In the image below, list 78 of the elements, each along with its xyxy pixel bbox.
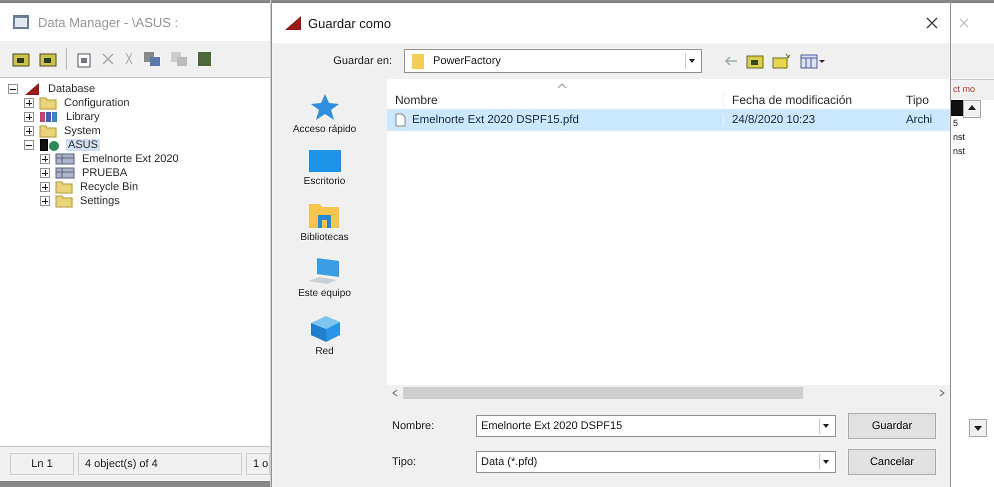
new-folder-icon[interactable] <box>772 53 792 69</box>
file-icon <box>395 113 406 127</box>
triangle-icon <box>284 15 302 31</box>
expand-toggle[interactable] <box>40 182 50 192</box>
tree-item[interactable]: Database <box>46 83 98 95</box>
package-icon[interactable] <box>197 51 211 67</box>
tree-item[interactable]: System <box>62 125 103 137</box>
table-cell-text: Archi <box>905 114 934 126</box>
location-dropdown[interactable]: PowerFactory <box>404 49 702 73</box>
library-icon <box>39 111 59 123</box>
list-item: nst <box>952 145 966 158</box>
new-document-icon[interactable] <box>76 50 92 68</box>
folder-icon <box>411 52 425 70</box>
expand-toggle[interactable] <box>40 154 50 164</box>
tree-item[interactable]: Configuration <box>62 97 132 109</box>
scroll-up-button[interactable] <box>963 100 981 118</box>
column-header[interactable]: Fecha de modificación <box>723 93 898 107</box>
folder-up-icon[interactable] <box>746 54 764 68</box>
cancel-button[interactable]: Cancelar <box>848 449 936 475</box>
star-icon <box>310 93 340 121</box>
place-item[interactable]: Este equipo <box>298 257 351 299</box>
computer-icon <box>307 257 342 285</box>
sort-caret-icon <box>557 83 567 89</box>
horizontal-scrollbar[interactable] <box>387 385 950 401</box>
header-text: ct mo <box>952 83 976 96</box>
column-header[interactable]: Nombre <box>387 93 723 107</box>
field-label: Tipo: <box>392 456 418 468</box>
folder-icon[interactable] <box>12 52 30 66</box>
expand-toggle[interactable] <box>40 196 50 206</box>
grid-icon <box>55 153 75 165</box>
expand-toggle[interactable] <box>24 98 34 108</box>
scroll-right-icon <box>939 389 945 397</box>
status-field: 4 object(s) of 4 <box>78 453 242 475</box>
tree-item[interactable]: Library <box>64 111 102 123</box>
field-label: Guardar en: <box>332 55 392 67</box>
tree-item[interactable]: Settings <box>78 195 122 207</box>
list-item: nst <box>952 131 966 144</box>
collapse-toggle[interactable] <box>24 140 34 150</box>
table-cell: 24/8/2020 10:23 <box>723 114 898 126</box>
field-label: Nombre: <box>392 420 436 432</box>
expand-toggle[interactable] <box>24 112 34 122</box>
copy-icon[interactable] <box>143 51 161 67</box>
grid-icon <box>55 167 75 179</box>
dropdown-button[interactable] <box>969 419 987 437</box>
expand-toggle[interactable] <box>40 168 50 178</box>
triangle-icon <box>23 82 41 96</box>
expand-toggle[interactable] <box>24 126 34 136</box>
collapse-toggle[interactable] <box>8 84 18 94</box>
folder-icon <box>55 194 73 208</box>
list-item: 5 <box>952 117 960 130</box>
column-header[interactable]: Tipo <box>898 93 950 107</box>
save-button[interactable]: Guardar <box>848 413 936 439</box>
tree-item[interactable]: PRUEBA <box>80 167 130 179</box>
tree-item[interactable]: Recycle Bin <box>78 181 140 193</box>
folder-icon <box>39 124 57 138</box>
scroll-left-icon <box>392 389 398 397</box>
window-title: Data Manager - \ASUS : <box>38 14 178 30</box>
table-cell: Emelnorte Ext 2020 DSPF15.pfd <box>387 113 723 127</box>
folder-icon <box>55 180 73 194</box>
folder-icon <box>308 201 340 229</box>
close-icon[interactable] <box>926 17 938 29</box>
folder-icon <box>39 96 57 110</box>
file-row[interactable]: Emelnorte Ext 2020 DSPF15.pfd 24/8/2020 10:23 Archi <box>387 109 950 131</box>
type-dropdown[interactable]: Data (*.pfd) <box>476 451 836 473</box>
place-item[interactable]: Escritorio <box>304 149 346 187</box>
name-field[interactable]: Emelnorte Ext 2020 DSPF15 <box>476 415 836 437</box>
desktop-icon <box>308 149 342 173</box>
place-item[interactable]: Red <box>308 313 342 357</box>
app-icon <box>12 14 30 30</box>
tree-item[interactable]: Emelnorte Ext 2020 <box>80 153 181 165</box>
place-item[interactable]: Bibliotecas <box>300 201 349 243</box>
dialog-title: Guardar como <box>308 16 392 30</box>
status-field: Ln 1 <box>10 453 74 475</box>
view-menu-icon[interactable] <box>800 54 826 68</box>
folder-icon[interactable] <box>39 52 57 66</box>
place-item[interactable]: Acceso rápido <box>292 93 356 135</box>
status-field: 1 o <box>246 453 270 475</box>
tree-item[interactable]: ASUS <box>66 139 100 151</box>
